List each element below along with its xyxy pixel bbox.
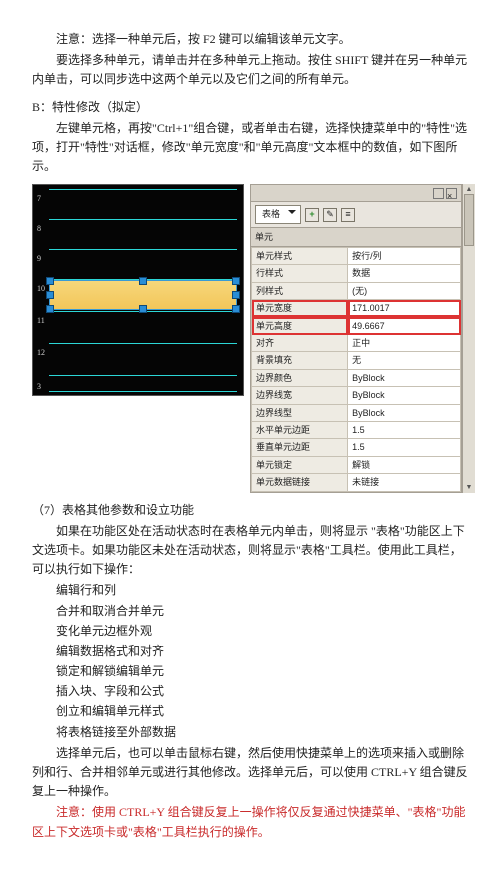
operation-item: 锁定和解锁编辑单元 bbox=[32, 662, 468, 681]
scroll-up-icon[interactable]: ▲ bbox=[463, 184, 475, 194]
prop-value[interactable]: ByBlock bbox=[348, 404, 461, 421]
prop-value[interactable]: ByBlock bbox=[348, 387, 461, 404]
operation-item: 创立和编辑单元样式 bbox=[32, 702, 468, 721]
figure: 7 8 9 10 11 12 3 bbox=[32, 184, 468, 492]
prop-key: 对齐 bbox=[252, 335, 348, 352]
prop-value[interactable]: 1.5 bbox=[348, 422, 461, 439]
prop-row: 单元锁定解锁 bbox=[252, 456, 461, 473]
panel-titlebar: × bbox=[251, 185, 461, 202]
prop-key: 列样式 bbox=[252, 282, 348, 299]
para-after1: 选择单元后，也可以单击鼠标右键，然后使用快捷菜单上的选项来插入或删除列和行、合并… bbox=[32, 744, 468, 802]
operation-item: 将表格链接至外部数据 bbox=[32, 723, 468, 742]
prop-row: 垂直单元边距1.5 bbox=[252, 439, 461, 456]
prop-value[interactable]: (无) bbox=[348, 282, 461, 299]
operations-list: 编辑行和列合并和取消合并单元变化单元边框外观编辑数据格式和对齐锁定和解锁编辑单元… bbox=[32, 581, 468, 742]
operation-item: 编辑数据格式和对齐 bbox=[32, 642, 468, 661]
close-icon[interactable]: × bbox=[446, 188, 457, 199]
para-multi-select: 要选择多种单元，请单击并在多种单元上拖动。按住 SHIFT 键并在另一种单元内单… bbox=[32, 51, 468, 89]
heading-7: （7）表格其他参数和设立功能 bbox=[32, 501, 468, 520]
list-icon[interactable]: ≡ bbox=[341, 208, 355, 222]
selected-cell[interactable] bbox=[49, 280, 237, 310]
prop-row: 边界线宽ByBlock bbox=[252, 387, 461, 404]
prop-row: 列样式(无) bbox=[252, 282, 461, 299]
quick-select-icon[interactable]: + bbox=[305, 208, 319, 222]
section-header-cell: 单元 bbox=[251, 228, 461, 247]
prop-row: 行样式数据 bbox=[252, 265, 461, 282]
pin-icon[interactable] bbox=[433, 188, 444, 199]
prop-row: 边界颜色ByBlock bbox=[252, 369, 461, 386]
scroll-thumb[interactable] bbox=[464, 194, 474, 246]
prop-row: 单元宽度171.0017 bbox=[252, 300, 461, 317]
prop-row: 单元样式按行/列 bbox=[252, 248, 461, 265]
prop-row: 水平单元边距1.5 bbox=[252, 422, 461, 439]
prop-value[interactable]: 未链接 bbox=[348, 474, 461, 491]
prop-key: 边界线宽 bbox=[252, 387, 348, 404]
properties-panel: × 表格 + ✎ ≡ 单元 单元样式按行/列行样式数据列样式(无)单元宽度171… bbox=[250, 184, 462, 492]
prop-value[interactable]: 171.0017 bbox=[348, 300, 461, 317]
prop-value[interactable]: 1.5 bbox=[348, 439, 461, 456]
operation-item: 合并和取消合并单元 bbox=[32, 602, 468, 621]
para-7-body: 如果在功能区处在活动状态时在表格单元内单击，则将显示 "表格"功能区上下文选项卡… bbox=[32, 522, 468, 580]
prop-value[interactable]: 49.6667 bbox=[348, 317, 461, 334]
properties-grid: 单元样式按行/列行样式数据列样式(无)单元宽度171.0017单元高度49.66… bbox=[251, 247, 461, 491]
prop-row: 背景填充无 bbox=[252, 352, 461, 369]
operation-item: 编辑行和列 bbox=[32, 581, 468, 600]
prop-key: 单元宽度 bbox=[252, 300, 348, 317]
prop-value[interactable]: 数据 bbox=[348, 265, 461, 282]
prop-value[interactable]: 无 bbox=[348, 352, 461, 369]
prop-key: 背景填充 bbox=[252, 352, 348, 369]
prop-value[interactable]: ByBlock bbox=[348, 369, 461, 386]
prop-key: 垂直单元边距 bbox=[252, 439, 348, 456]
prop-row: 单元高度49.6667 bbox=[252, 317, 461, 334]
prop-value[interactable]: 解锁 bbox=[348, 456, 461, 473]
panel-scrollbar[interactable]: ▲ ▼ bbox=[462, 184, 475, 492]
prop-key: 单元高度 bbox=[252, 317, 348, 334]
heading-b: B：特性修改（拟定） bbox=[32, 98, 468, 117]
prop-key: 水平单元边距 bbox=[252, 422, 348, 439]
prop-key: 边界颜色 bbox=[252, 369, 348, 386]
scroll-down-icon[interactable]: ▼ bbox=[463, 483, 475, 493]
para-b-body: 左键单元格，再按"Ctrl+1"组合键，或者单击右键，选择快捷菜单中的"特性"选… bbox=[32, 119, 468, 177]
operation-item: 插入块、字段和公式 bbox=[32, 682, 468, 701]
para-after2-red: 注意：使用 CTRL+Y 组合键反复上一操作将仅反复通过快捷菜单、"表格"功能区… bbox=[32, 803, 468, 841]
prop-key: 单元数据链接 bbox=[252, 474, 348, 491]
row-ruler: 7 8 9 10 11 12 3 bbox=[37, 185, 47, 395]
prop-key: 边界线型 bbox=[252, 404, 348, 421]
object-type-dropdown[interactable]: 表格 bbox=[255, 205, 301, 223]
prop-key: 行样式 bbox=[252, 265, 348, 282]
prop-row: 边界线型ByBlock bbox=[252, 404, 461, 421]
prop-row: 对齐正中 bbox=[252, 335, 461, 352]
cad-canvas: 7 8 9 10 11 12 3 bbox=[32, 184, 244, 396]
prop-row: 单元数据链接未链接 bbox=[252, 474, 461, 491]
operation-item: 变化单元边框外观 bbox=[32, 622, 468, 641]
prop-key: 单元样式 bbox=[252, 248, 348, 265]
note-f2: 注意：选择一种单元后，按 F2 键可以编辑该单元文字。 bbox=[32, 30, 468, 49]
prop-value[interactable]: 按行/列 bbox=[348, 248, 461, 265]
select-objects-icon[interactable]: ✎ bbox=[323, 208, 337, 222]
prop-value[interactable]: 正中 bbox=[348, 335, 461, 352]
prop-key: 单元锁定 bbox=[252, 456, 348, 473]
